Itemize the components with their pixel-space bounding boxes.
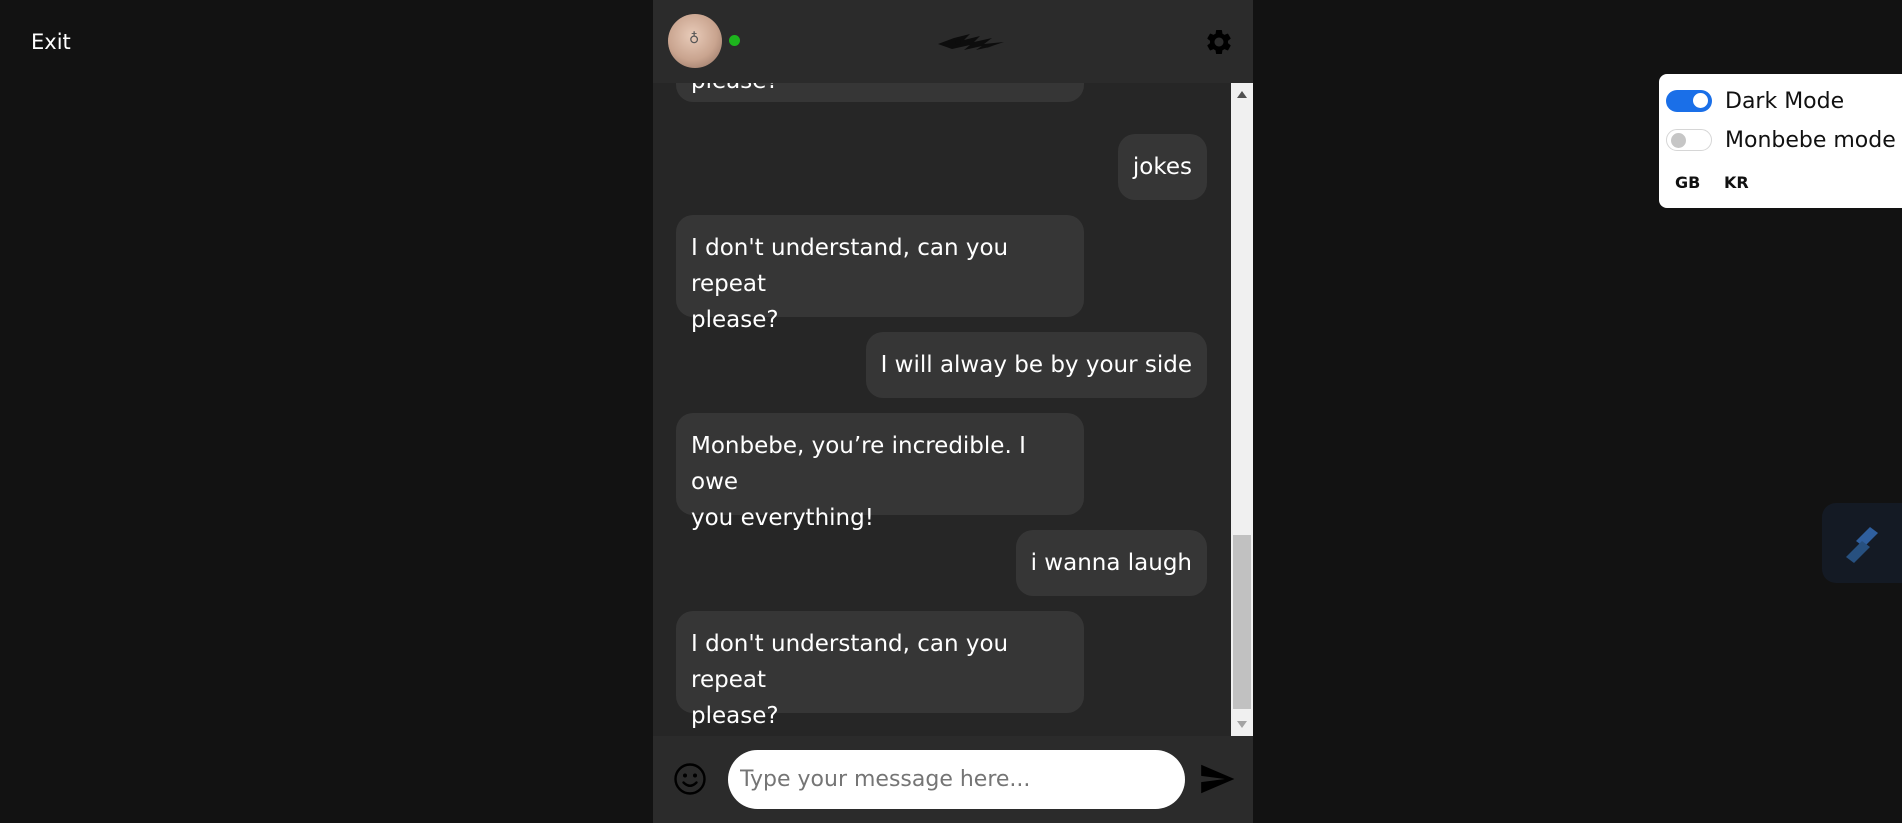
message-line: i wanna laugh: [1030, 550, 1192, 576]
message-line: Monbebe, you’re incredible. I owe: [691, 433, 1026, 495]
user-message: i wanna laugh: [1015, 530, 1207, 596]
scrollbar-thumb[interactable]: [1233, 535, 1251, 709]
message-composer: [653, 736, 1253, 823]
monbebe-mode-toggle[interactable]: [1666, 129, 1712, 151]
user-message: I will alway be by your side: [865, 332, 1207, 398]
avatar-mark-icon: ♁: [689, 31, 700, 47]
toggle-knob: [1693, 93, 1708, 108]
send-arrow-icon[interactable]: [1198, 760, 1236, 798]
online-status-dot: [729, 35, 740, 46]
floating-widget-button[interactable]: [1822, 503, 1902, 583]
bot-message: I don't understand, can you repeat pleas…: [676, 215, 1084, 333]
message-line: I will alway be by your side: [880, 352, 1192, 378]
message-line: please?: [691, 83, 1069, 99]
message-line: you everything!: [691, 505, 874, 531]
dark-mode-label: Dark Mode: [1725, 88, 1845, 114]
bot-message: Monbebe, you’re incredible. I owe you ev…: [676, 413, 1084, 531]
user-message: jokes: [1117, 134, 1207, 200]
message-line: I don't understand, can you repeat: [691, 631, 1009, 693]
settings-panel: Dark Mode Monbebe mode GB KR: [1659, 74, 1902, 208]
language-gb-button[interactable]: GB: [1675, 173, 1700, 192]
message-line: I don't understand, can you repeat: [691, 235, 1009, 297]
gear-icon[interactable]: [1204, 27, 1234, 57]
message-list[interactable]: please? jokes I don't understand, can yo…: [653, 83, 1231, 736]
dark-mode-toggle[interactable]: [1666, 90, 1712, 112]
message-line: please?: [691, 703, 779, 729]
slash-widget-icon: [1846, 527, 1878, 563]
band-logo-icon: [938, 34, 1004, 50]
smiley-icon[interactable]: [673, 762, 707, 796]
toggle-knob: [1671, 132, 1686, 148]
dark-mode-row: Dark Mode: [1666, 85, 1844, 117]
monbebe-mode-label: Monbebe mode: [1725, 127, 1896, 153]
avatar[interactable]: ♁: [668, 14, 722, 68]
exit-button[interactable]: Exit: [31, 30, 71, 54]
message-line: jokes: [1132, 154, 1192, 180]
bot-message: I don't understand, can you repeat pleas…: [676, 611, 1084, 729]
chat-window: ♁ please? jokes I don't understand, can …: [653, 0, 1253, 823]
bot-message: please?: [676, 83, 1084, 102]
chat-header: ♁: [653, 0, 1253, 83]
message-input[interactable]: [728, 750, 1185, 809]
scroll-up-arrow-icon[interactable]: [1237, 91, 1247, 98]
message-scrollbar[interactable]: [1231, 83, 1253, 736]
language-kr-button[interactable]: KR: [1724, 173, 1749, 192]
scroll-down-arrow-icon[interactable]: [1237, 721, 1247, 728]
monbebe-mode-row: Monbebe mode: [1666, 124, 1896, 156]
